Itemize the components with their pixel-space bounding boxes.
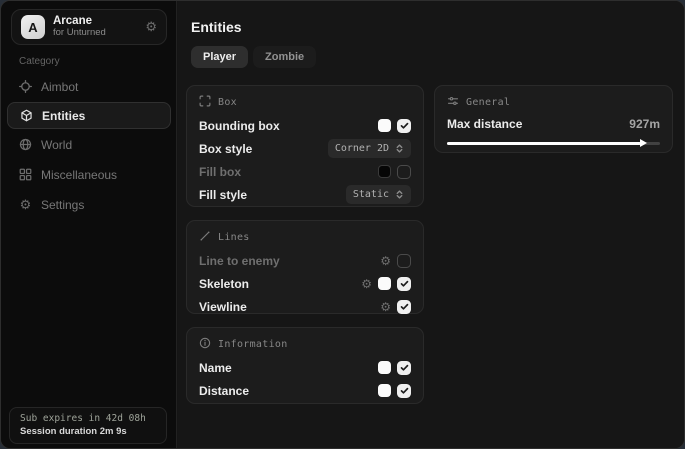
gear-icon[interactable]: ⚙ — [380, 301, 391, 313]
check-icon — [400, 279, 409, 288]
sidebar: A Arcane for Unturned ⚙ Category Aimbot … — [1, 1, 177, 448]
sidebar-item-label: World — [41, 138, 72, 152]
cube-icon — [20, 109, 33, 122]
max-distance-slider[interactable] — [447, 138, 660, 148]
sidebar-item-world[interactable]: World — [1, 130, 177, 159]
info-circle-icon — [199, 337, 211, 352]
fill-box-checkbox[interactable] — [397, 165, 411, 179]
section-title: Box — [218, 97, 237, 108]
sidebar-item-aimbot[interactable]: Aimbot — [1, 72, 177, 101]
skeleton-checkbox[interactable] — [397, 277, 411, 291]
account-card[interactable]: A Arcane for Unturned ⚙ — [11, 9, 167, 45]
lines-section-header: Lines — [199, 229, 411, 245]
bounding-box-checkbox[interactable] — [397, 119, 411, 133]
slider-thumb[interactable] — [640, 139, 647, 147]
information-section-header: Information — [199, 336, 411, 352]
name-checkbox[interactable] — [397, 361, 411, 375]
setting-row-max-distance: Max distance 927m — [447, 114, 660, 134]
sidebar-item-label: Settings — [41, 198, 84, 212]
avatar: A — [21, 15, 45, 39]
max-distance-value: 927m — [629, 117, 660, 131]
dropdown-value: Corner 2D — [335, 143, 389, 154]
setting-label: Fill box — [199, 165, 241, 179]
account-text: Arcane for Unturned — [53, 15, 137, 39]
gear-icon[interactable]: ⚙ — [361, 278, 372, 290]
grid-icon — [19, 168, 32, 181]
distance-checkbox[interactable] — [397, 384, 411, 398]
setting-label: Name — [199, 361, 232, 375]
category-label: Category — [19, 56, 60, 67]
fill-style-dropdown[interactable]: Static — [346, 185, 411, 204]
section-title: Lines — [218, 232, 250, 243]
setting-row-bounding-box: Bounding box — [199, 114, 411, 137]
line-to-enemy-checkbox[interactable] — [397, 254, 411, 268]
setting-label: Bounding box — [199, 119, 280, 133]
chevron-up-down-icon — [395, 190, 404, 199]
box-section-card: Box Bounding box Box style Corner 2D — [186, 85, 424, 207]
globe-icon — [19, 138, 32, 151]
general-section-header: General — [447, 94, 660, 110]
viewline-checkbox[interactable] — [397, 300, 411, 314]
sidebar-item-label: Entities — [42, 109, 85, 123]
session-duration-text: Session duration 2m 9s — [20, 426, 156, 437]
color-swatch[interactable] — [378, 277, 391, 290]
diagonal-line-icon — [199, 230, 211, 245]
color-swatch[interactable] — [378, 165, 391, 178]
setting-row-box-style: Box style Corner 2D — [199, 137, 411, 160]
sidebar-item-settings[interactable]: ⚙ Settings — [1, 190, 177, 219]
sidebar-item-entities[interactable]: Entities — [7, 102, 171, 129]
scan-corners-icon — [199, 95, 211, 110]
setting-label: Line to enemy — [199, 254, 280, 268]
setting-label: Box style — [199, 142, 252, 156]
app-subtitle: for Unturned — [53, 28, 137, 39]
setting-label: Skeleton — [199, 277, 249, 291]
sub-expiry-text: Sub expires in 42d 08h — [20, 413, 156, 424]
section-title: Information — [218, 339, 288, 350]
app-window: A Arcane for Unturned ⚙ Category Aimbot … — [0, 0, 685, 449]
setting-row-name: Name — [199, 356, 411, 379]
sidebar-item-miscellaneous[interactable]: Miscellaneous — [1, 160, 177, 189]
main-panel: Entities Player Zombie Box Bounding box — [178, 1, 684, 448]
crosshair-icon — [19, 80, 32, 93]
slider-fill — [447, 142, 641, 145]
page-title: Entities — [191, 19, 242, 35]
check-icon — [400, 302, 409, 311]
setting-row-viewline: Viewline ⚙ — [199, 295, 411, 318]
gear-icon[interactable]: ⚙ — [380, 255, 391, 267]
setting-label: Max distance — [447, 117, 522, 131]
box-section-header: Box — [199, 94, 411, 110]
setting-row-fill-style: Fill style Static — [199, 183, 411, 206]
setting-label: Distance — [199, 384, 249, 398]
subscription-footer: Sub expires in 42d 08h Session duration … — [9, 407, 167, 444]
setting-label: Fill style — [199, 188, 247, 202]
tab-zombie[interactable]: Zombie — [253, 46, 316, 68]
sliders-icon — [447, 95, 459, 110]
lines-section-card: Lines Line to enemy ⚙ Skeleton ⚙ — [186, 220, 424, 314]
section-title: General — [466, 97, 510, 108]
tab-player[interactable]: Player — [191, 46, 248, 68]
color-swatch[interactable] — [378, 384, 391, 397]
setting-row-distance: Distance — [199, 379, 411, 402]
check-icon — [400, 386, 409, 395]
sidebar-nav: Aimbot Entities World Miscellaneous — [1, 72, 177, 219]
sidebar-item-label: Aimbot — [41, 80, 78, 94]
setting-row-skeleton: Skeleton ⚙ — [199, 272, 411, 295]
check-icon — [400, 121, 409, 130]
setting-row-fill-box: Fill box — [199, 160, 411, 183]
gear-icon[interactable]: ⚙ — [145, 19, 157, 35]
dropdown-value: Static — [353, 189, 389, 200]
check-icon — [400, 363, 409, 372]
chevron-up-down-icon — [395, 144, 404, 153]
box-style-dropdown[interactable]: Corner 2D — [328, 139, 411, 158]
general-section-card: General Max distance 927m — [434, 85, 673, 153]
setting-row-line-to-enemy: Line to enemy ⚙ — [199, 249, 411, 272]
color-swatch[interactable] — [378, 119, 391, 132]
information-section-card: Information Name Distance — [186, 327, 424, 404]
tab-bar: Player Zombie — [191, 46, 316, 68]
gear-icon: ⚙ — [19, 198, 32, 211]
sidebar-item-label: Miscellaneous — [41, 168, 117, 182]
color-swatch[interactable] — [378, 361, 391, 374]
setting-label: Viewline — [199, 300, 247, 314]
